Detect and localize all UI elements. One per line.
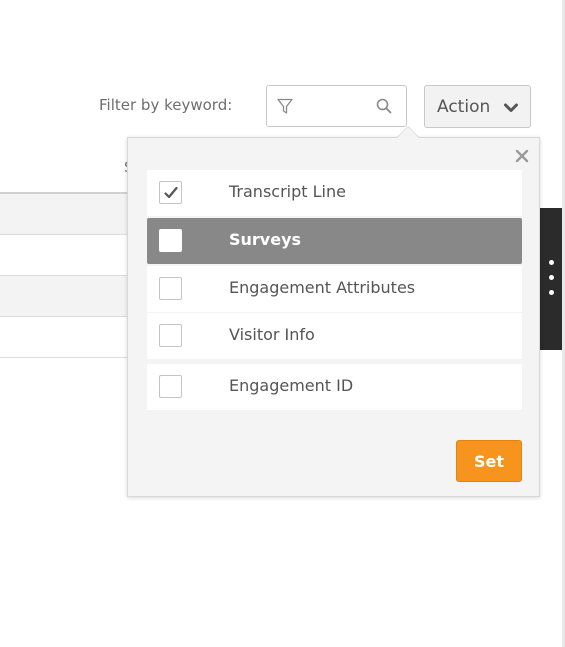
filter-label: Filter by keyword: xyxy=(99,96,233,114)
option-transcript-line[interactable]: Transcript Line xyxy=(147,170,522,216)
keyword-search-input[interactable] xyxy=(301,95,365,119)
table-row[interactable] xyxy=(0,276,130,317)
option-engagement-attributes[interactable]: Engagement Attributes xyxy=(147,266,522,312)
checkbox[interactable] xyxy=(159,324,182,347)
checkmark-icon xyxy=(164,186,178,199)
checkbox[interactable] xyxy=(159,375,182,398)
action-dropdown-button[interactable]: Action xyxy=(424,85,531,128)
page: S Filter by keyword: Action xyxy=(0,0,565,647)
checkbox[interactable] xyxy=(159,277,182,300)
checkbox[interactable] xyxy=(159,229,182,252)
option-label: Engagement ID xyxy=(229,376,354,395)
popover-arrow xyxy=(397,127,419,138)
funnel-icon xyxy=(277,98,293,119)
action-button-label: Action xyxy=(437,96,491,117)
checkbox-checked[interactable] xyxy=(159,181,182,204)
option-engagement-id[interactable]: Engagement ID xyxy=(147,364,522,410)
set-button[interactable]: Set xyxy=(456,440,522,482)
keyword-filter-field[interactable] xyxy=(266,85,407,127)
table-row[interactable] xyxy=(0,194,130,235)
option-surveys[interactable]: Surveys xyxy=(147,218,522,264)
close-icon[interactable] xyxy=(514,148,530,168)
side-panel-handle[interactable] xyxy=(540,208,562,350)
option-label: Visitor Info xyxy=(229,325,315,344)
table-row[interactable] xyxy=(0,317,130,358)
option-label: Surveys xyxy=(229,230,302,249)
table-row[interactable] xyxy=(0,235,130,276)
column-picker-popover: Transcript Line Surveys Engagement Attri… xyxy=(127,137,540,497)
chevron-down-icon xyxy=(504,99,518,119)
search-icon[interactable] xyxy=(376,98,392,118)
option-label: Engagement Attributes xyxy=(229,278,416,297)
option-label: Transcript Line xyxy=(229,182,346,201)
option-visitor-info[interactable]: Visitor Info xyxy=(147,313,522,359)
